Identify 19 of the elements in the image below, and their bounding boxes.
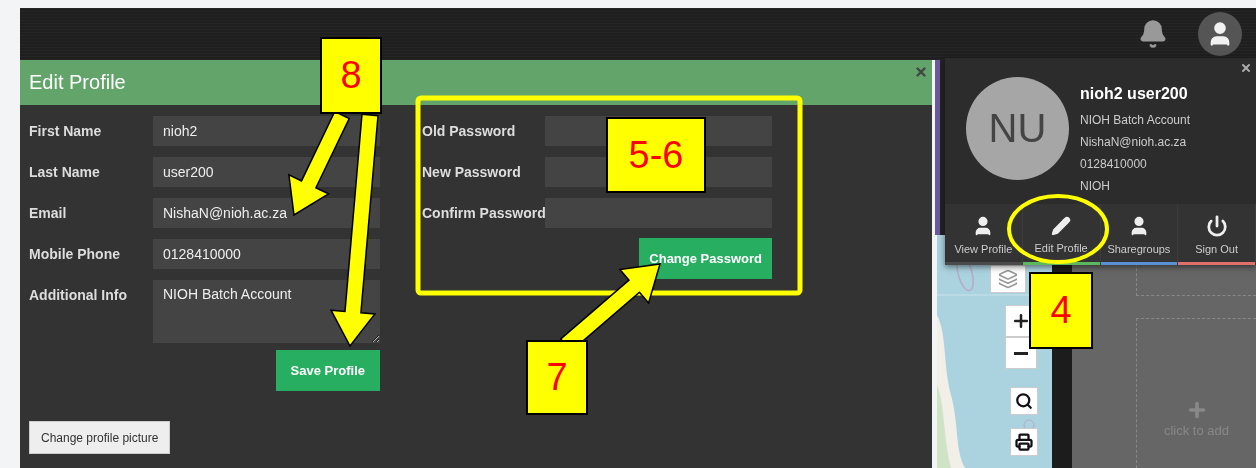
field-label: Additional Info bbox=[29, 286, 128, 305]
callout-tooltip: 8 bbox=[320, 37, 382, 114]
field-label: Last Name bbox=[29, 163, 101, 182]
profile-detail: 0128410000 bbox=[1080, 156, 1148, 173]
callout-tooltip: 7 bbox=[526, 340, 588, 415]
avatar-initials: NU bbox=[966, 77, 1069, 180]
field-label: Mobile Phone bbox=[29, 245, 121, 264]
dialog-title: Edit Profile bbox=[29, 71, 126, 94]
field-label: New Password bbox=[422, 163, 522, 182]
field-label: Email bbox=[29, 204, 68, 223]
field-label: Confirm Password bbox=[422, 204, 545, 223]
profile-detail: NIOH bbox=[1080, 178, 1111, 195]
field-label: Old Password bbox=[422, 122, 517, 141]
callout-tooltip: 4 bbox=[1029, 272, 1093, 349]
user-name: nioh2 user200 bbox=[1080, 85, 1189, 103]
field-label: First Name bbox=[29, 122, 103, 141]
profile-detail: NIOH Batch Account bbox=[1080, 112, 1191, 129]
profile-detail: NishaN@nioh.ac.za bbox=[1080, 134, 1188, 151]
callout-tooltip: 5-6 bbox=[606, 117, 706, 193]
